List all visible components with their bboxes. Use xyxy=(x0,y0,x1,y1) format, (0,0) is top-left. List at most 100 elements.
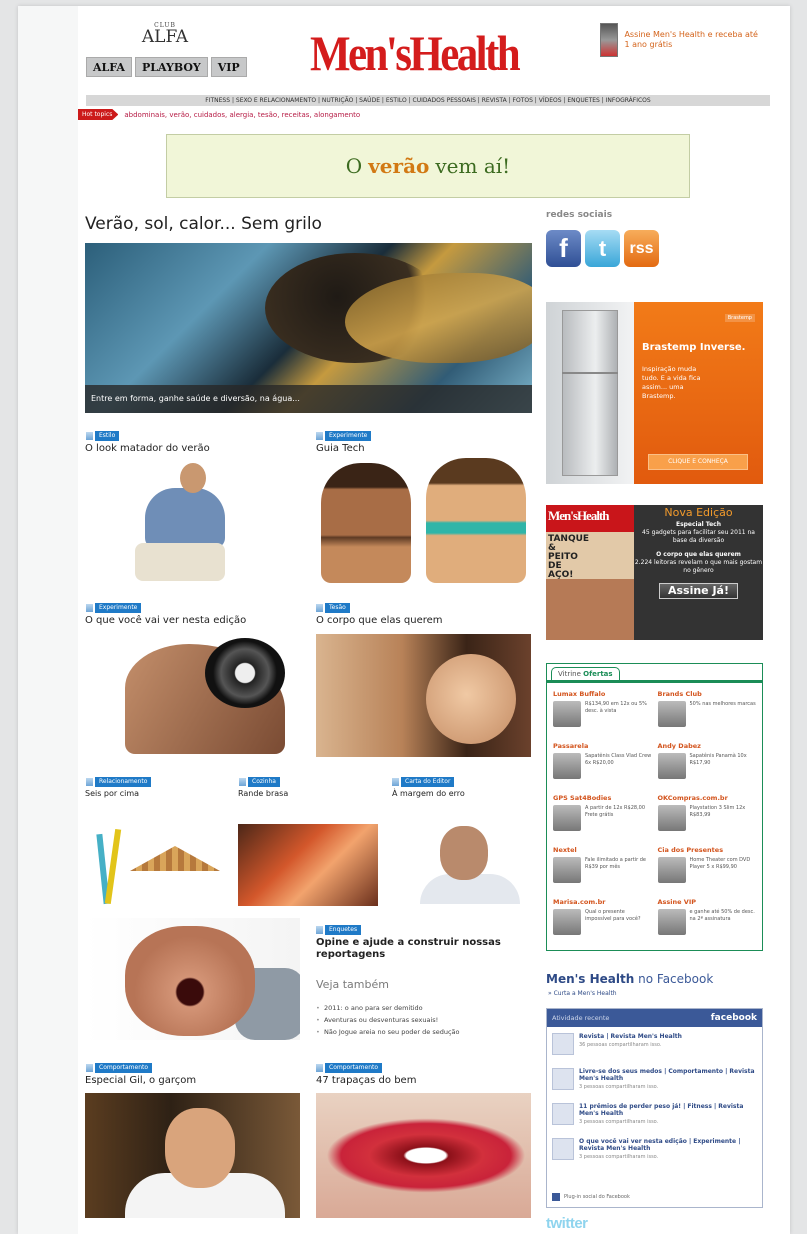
offer-item[interactable]: Cia dos Presentes Home Theater com DVD Pl… xyxy=(657,846,757,892)
offer-image xyxy=(657,805,686,831)
article-image[interactable] xyxy=(85,824,222,906)
card-title[interactable]: Guia Tech xyxy=(316,443,365,454)
article-image[interactable] xyxy=(85,1093,300,1218)
card-title[interactable]: 47 trapaças do bem xyxy=(316,1075,416,1086)
rss-icon[interactable]: rss xyxy=(624,230,659,267)
offer-item[interactable]: Nextel Fale ilimitado a partir de R$39 po… xyxy=(553,846,652,892)
tag-comportamento[interactable]: Comportamento xyxy=(85,1063,153,1073)
magazine-ad[interactable]: Men'sHealth TANQUE & PEITO DE AÇO! Nova … xyxy=(546,505,763,640)
tag-estilo[interactable]: Estilo xyxy=(85,431,120,441)
card-title[interactable]: Rande brasa xyxy=(238,789,288,798)
offer-item[interactable]: Brands Club 50% nas melhores marcas xyxy=(657,690,757,736)
feature-image[interactable]: Entre em forma, ganhe saúde e diversão, … xyxy=(85,243,532,413)
tag-relacionamento[interactable]: Relacionamento xyxy=(85,777,152,787)
offer-item[interactable]: Passarela Sapatênis Class Vlad Crew 6x R$… xyxy=(553,742,652,788)
poll-title[interactable]: Opine e ajude a construir nossas reporta… xyxy=(316,937,526,961)
edition-line: 45 gadgets para facilitar seu 2011 na ba… xyxy=(642,529,755,544)
subscribe-promo[interactable]: Assine Men's Health e receba até 1 ano g… xyxy=(600,20,762,60)
tab-vip[interactable]: VIP xyxy=(210,57,247,77)
activity-thumbnail xyxy=(552,1068,574,1090)
twitter-icon[interactable]: t xyxy=(585,230,620,267)
article-image[interactable] xyxy=(410,824,532,906)
offer-item[interactable]: Lumax Buffalo R$134,90 em 12x ou 5% desc.… xyxy=(553,690,652,736)
banner-text-end: vem aí! xyxy=(435,154,511,178)
cover-logo: Men'sHealth xyxy=(548,508,609,523)
article-image[interactable] xyxy=(316,1093,531,1218)
offer-item[interactable]: Assine VIP e ganhe até 50% de desc. na 2ª… xyxy=(657,898,757,944)
facebook-widget-title: Men's Health no Facebook xyxy=(546,972,713,986)
card-title[interactable]: Seis por cima xyxy=(85,789,139,798)
article-image[interactable] xyxy=(85,458,300,583)
hot-topics-links[interactable]: abdominais, verão, cuidados, alergia, te… xyxy=(124,111,360,119)
card-title[interactable]: O que você vai ver nesta edição xyxy=(85,615,246,626)
image-weight-plate xyxy=(205,638,285,708)
twitter-widget-title[interactable]: twitter xyxy=(546,1215,588,1232)
facebook-activity-item[interactable]: 11 prêmios de perder peso já! | Fitness … xyxy=(547,1097,762,1132)
feature-headline[interactable]: Verão, sol, calor... Sem grilo xyxy=(85,214,322,234)
facebook-logo[interactable]: facebook xyxy=(711,1013,757,1023)
card-title[interactable]: Especial Gil, o garçom xyxy=(85,1075,196,1086)
offer-item[interactable]: GPS Sat4Bodies A partir de 12x R$28,00 Fr… xyxy=(553,794,652,840)
offer-store: Cia dos Presentes xyxy=(657,846,724,854)
offers-tab-label: Vitrine xyxy=(558,670,581,678)
list-item[interactable]: 2011: o ano para ser demitido xyxy=(316,1004,531,1012)
social-title: redes sociais xyxy=(546,210,613,220)
offer-image xyxy=(553,701,581,727)
mens-health-logo[interactable]: Men'sHealth xyxy=(310,26,521,80)
new-edition-label: Nova Edição xyxy=(664,506,733,519)
tab-playboy[interactable]: PLAYBOY xyxy=(134,57,208,77)
facebook-like-link[interactable]: » Curta a Men's Health xyxy=(548,990,617,997)
image-figure-right xyxy=(426,458,526,583)
card-title[interactable]: O corpo que elas querem xyxy=(316,615,443,626)
activity-sub: 3 pessoas compartilharam isso. xyxy=(579,1084,659,1090)
offer-desc: e ganhe até 50% de desc. na 2ª assinatur… xyxy=(689,909,755,922)
tag-experimente[interactable]: Experimente xyxy=(315,431,372,441)
offer-store: GPS Sat4Bodies xyxy=(553,794,612,802)
article-image[interactable] xyxy=(316,458,531,583)
tab-alfa[interactable]: ALFA xyxy=(86,57,132,77)
card-title[interactable]: À margem do erro xyxy=(392,789,465,798)
club-alfa-logo[interactable]: CLUB ALFA xyxy=(140,22,190,46)
tag-experimente[interactable]: Experimente xyxy=(85,603,142,613)
list-item[interactable]: Aventuras ou desventuras sexuais! xyxy=(316,1016,531,1024)
image-head xyxy=(180,463,206,493)
banner-text-start: O xyxy=(345,154,363,178)
activity-sub: 3 pessoas compartilharam isso. xyxy=(579,1119,659,1125)
edition-line: O corpo que elas querem xyxy=(656,551,741,558)
fridge-door xyxy=(562,310,618,476)
brand-tabs: ALFA PLAYBOY VIP xyxy=(86,57,247,77)
main-navigation[interactable]: FITNESS | SEXO E RELACIONAMENTO | NUTRIÇ… xyxy=(86,95,770,106)
image-face xyxy=(426,654,516,744)
offer-item[interactable]: OKCompras.com.br Playstation 3 Slim 12x R… xyxy=(657,794,757,840)
offer-store: Nextel xyxy=(553,846,577,854)
ad-cta-button[interactable]: CLIQUE E CONHEÇA xyxy=(648,454,748,470)
activity-sub: 3 pessoas compartilharam isso. xyxy=(579,1154,659,1160)
offer-store: Lumax Buffalo xyxy=(553,690,606,698)
tag-carta-do-editor[interactable]: Carta do Editor xyxy=(391,777,455,787)
article-image[interactable] xyxy=(238,824,378,906)
brastemp-ad[interactable]: Brastemp Brastemp Inverse. Inspiração mu… xyxy=(546,302,763,484)
tag-cozinha[interactable]: Cozinha xyxy=(239,777,280,787)
activity-title: Livre-se dos seus medos | Comportamento … xyxy=(579,1068,755,1082)
subscribe-button[interactable]: Assine Já! xyxy=(658,583,739,599)
offer-desc: Sapatênis Panamà 10x R$17,90 xyxy=(689,753,747,766)
image-lips xyxy=(326,1118,526,1193)
article-image[interactable] xyxy=(316,634,531,757)
facebook-activity-item[interactable]: Revista | Revista Men's Health 36 pessoas… xyxy=(547,1027,762,1062)
list-item[interactable]: Não Jogue areia no seu poder de sedução xyxy=(316,1028,531,1036)
tag-enquetes[interactable]: Enquetes xyxy=(315,925,362,935)
tag-comportamento[interactable]: Comportamento xyxy=(315,1063,383,1073)
tag-tesao[interactable]: Tesão xyxy=(316,603,350,613)
facebook-icon[interactable]: f xyxy=(546,230,581,267)
facebook-activity-item[interactable]: Livre-se dos seus medos | Comportamento … xyxy=(547,1062,762,1097)
facebook-activity-item[interactable]: O que você vai ver nesta edição | Experi… xyxy=(547,1132,762,1167)
poll-image[interactable] xyxy=(85,918,300,1040)
offer-image xyxy=(553,857,581,883)
summer-banner[interactable]: O verão vem aí! xyxy=(166,134,690,198)
article-image[interactable] xyxy=(85,634,300,757)
facebook-mini-icon xyxy=(552,1193,560,1201)
offer-item[interactable]: Marisa.com.br Qual o presente impossível … xyxy=(553,898,652,944)
card-title[interactable]: O look matador do verão xyxy=(85,443,210,454)
offer-item[interactable]: Andy Dabez Sapatênis Panamà 10x R$17,90 xyxy=(657,742,757,788)
offers-tab[interactable]: Vitrine Ofertas xyxy=(551,667,620,680)
